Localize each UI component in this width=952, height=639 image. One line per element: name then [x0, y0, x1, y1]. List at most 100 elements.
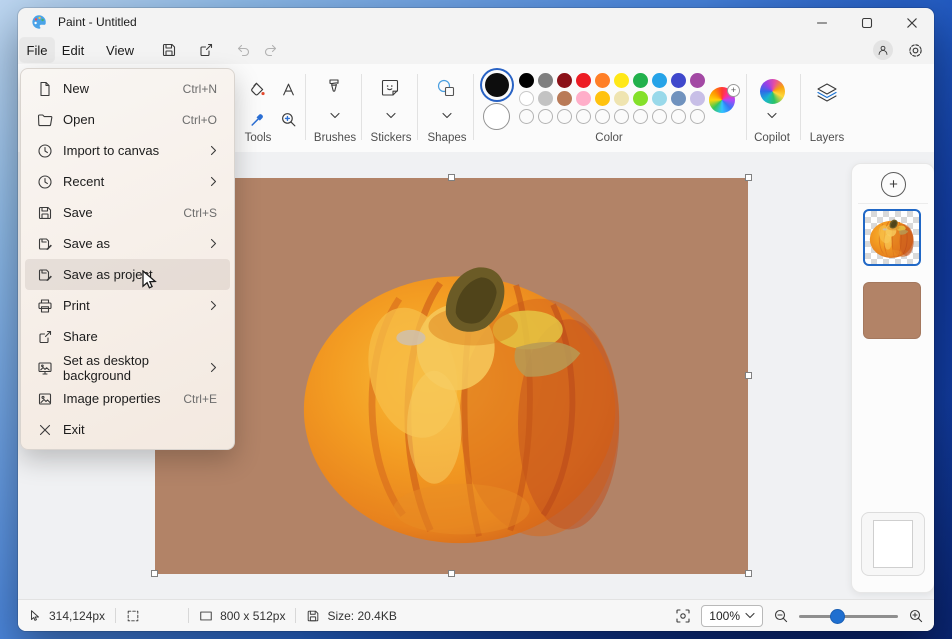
menu-view[interactable]: View — [102, 38, 138, 62]
palette-color-swatch[interactable] — [519, 91, 534, 106]
palette-color-swatch[interactable] — [557, 91, 572, 106]
fit-to-screen-icon[interactable] — [675, 608, 691, 624]
canvas-resize-handle[interactable] — [745, 174, 752, 181]
canvas-resize-handle[interactable] — [448, 570, 455, 577]
palette-color-swatch[interactable] — [633, 91, 648, 106]
palette-color-swatch[interactable] — [519, 73, 534, 88]
chevron-down-icon[interactable] — [767, 112, 777, 119]
zoom-level-dropdown[interactable]: 100% — [701, 605, 763, 627]
menu-file[interactable]: File — [20, 38, 54, 62]
settings-gear-icon[interactable] — [907, 42, 924, 59]
text-icon[interactable] — [276, 77, 300, 101]
mouse-cursor — [141, 270, 158, 292]
menu-edit[interactable]: Edit — [56, 38, 90, 62]
file-menu-item-share[interactable]: Share — [25, 321, 230, 352]
section-divider — [746, 74, 747, 140]
selection-size-icon — [126, 609, 140, 623]
background-color-swatch[interactable] — [483, 103, 510, 130]
file-menu-item-save-as[interactable]: Save as — [25, 228, 230, 259]
zoom-slider-track — [799, 615, 898, 618]
file-menu-item-new[interactable]: NewCtrl+N — [25, 73, 230, 104]
chevron-down-icon[interactable] — [442, 112, 452, 119]
import-canvas-icon — [37, 143, 53, 159]
layers-icon[interactable] — [815, 80, 839, 104]
palette-color-swatch[interactable] — [595, 91, 610, 106]
file-menu-item-import-to-canvas[interactable]: Import to canvas — [25, 135, 230, 166]
canvas-resize-handle[interactable] — [745, 372, 752, 379]
canvas-background-layer[interactable] — [861, 512, 925, 576]
undo-button[interactable] — [230, 38, 256, 62]
palette-empty-slot[interactable] — [633, 109, 648, 124]
palette-color-swatch[interactable] — [614, 91, 629, 106]
paint-window: Paint - Untitled FileEditView Tools Brus… — [18, 8, 934, 631]
zoom-out-icon[interactable] — [773, 608, 789, 624]
palette-color-swatch[interactable] — [671, 91, 686, 106]
zoom-in-icon[interactable] — [908, 608, 924, 624]
palette-empty-slot[interactable] — [614, 109, 629, 124]
file-menu-item-image-properties[interactable]: Image propertiesCtrl+E — [25, 383, 230, 414]
palette-color-swatch[interactable] — [576, 91, 591, 106]
palette-color-swatch[interactable] — [633, 73, 648, 88]
fill-bucket-icon[interactable] — [245, 77, 269, 101]
zoom-slider[interactable] — [799, 609, 898, 623]
chevron-down-icon[interactable] — [330, 112, 340, 119]
menu-item-label: Image properties — [63, 391, 183, 406]
palette-color-swatch[interactable] — [576, 73, 591, 88]
sticker-icon[interactable] — [378, 76, 402, 100]
layer-thumbnail-background-color[interactable] — [863, 282, 921, 339]
file-menu-item-print[interactable]: Print — [25, 290, 230, 321]
palette-empty-slot[interactable] — [576, 109, 591, 124]
copilot-icon[interactable] — [760, 79, 785, 104]
canvas-resize-handle[interactable] — [745, 570, 752, 577]
submenu-chevron-icon — [210, 238, 217, 249]
drawing-canvas[interactable] — [155, 178, 748, 574]
file-menu-item-open[interactable]: OpenCtrl+O — [25, 104, 230, 135]
palette-empty-slot[interactable] — [652, 109, 667, 124]
canvas-resize-handle[interactable] — [151, 570, 158, 577]
palette-empty-slot[interactable] — [519, 109, 534, 124]
foreground-color-swatch[interactable] — [485, 73, 509, 97]
divider — [295, 608, 296, 623]
maximize-icon — [860, 16, 874, 30]
shapes-icon[interactable] — [434, 76, 458, 100]
account-icon[interactable] — [873, 40, 893, 60]
palette-empty-slot[interactable] — [557, 109, 572, 124]
save-button[interactable] — [156, 38, 182, 62]
palette-color-swatch[interactable] — [557, 73, 572, 88]
palette-empty-slot[interactable] — [690, 109, 705, 124]
layer-thumbnail-pumpkin[interactable] — [863, 209, 921, 266]
section-divider — [305, 74, 306, 140]
palette-color-swatch[interactable] — [690, 73, 705, 88]
chevron-down-icon[interactable] — [386, 112, 396, 119]
share-icon — [198, 42, 214, 58]
eyedropper-icon[interactable] — [245, 107, 269, 131]
palette-color-swatch[interactable] — [538, 73, 553, 88]
minimize-button[interactable] — [799, 8, 844, 38]
brush-icon[interactable] — [322, 76, 346, 100]
palette-color-swatch[interactable] — [690, 91, 705, 106]
add-layer-button[interactable]: + — [881, 172, 906, 197]
palette-empty-slot[interactable] — [595, 109, 610, 124]
file-menu-item-recent[interactable]: Recent — [25, 166, 230, 197]
palette-color-swatch[interactable] — [614, 73, 629, 88]
file-menu-item-save-as-project[interactable]: Save as project — [25, 259, 230, 290]
palette-color-swatch[interactable] — [595, 73, 610, 88]
canvas-resize-handle[interactable] — [448, 174, 455, 181]
redo-icon — [263, 42, 279, 58]
file-menu-item-save[interactable]: SaveCtrl+S — [25, 197, 230, 228]
zoom-slider-thumb[interactable] — [830, 609, 845, 624]
palette-color-swatch[interactable] — [671, 73, 686, 88]
file-menu-item-exit[interactable]: Exit — [25, 414, 230, 445]
file-menu-item-set-as-desktop-background[interactable]: Set as desktop background — [25, 352, 230, 383]
redo-button[interactable] — [258, 38, 284, 62]
palette-color-swatch[interactable] — [652, 91, 667, 106]
section-divider — [473, 74, 474, 140]
close-button[interactable] — [889, 8, 934, 38]
share-button[interactable] — [193, 38, 219, 62]
palette-color-swatch[interactable] — [652, 73, 667, 88]
maximize-button[interactable] — [844, 8, 889, 38]
palette-empty-slot[interactable] — [671, 109, 686, 124]
magnifier-icon[interactable] — [276, 107, 300, 131]
palette-color-swatch[interactable] — [538, 91, 553, 106]
palette-empty-slot[interactable] — [538, 109, 553, 124]
